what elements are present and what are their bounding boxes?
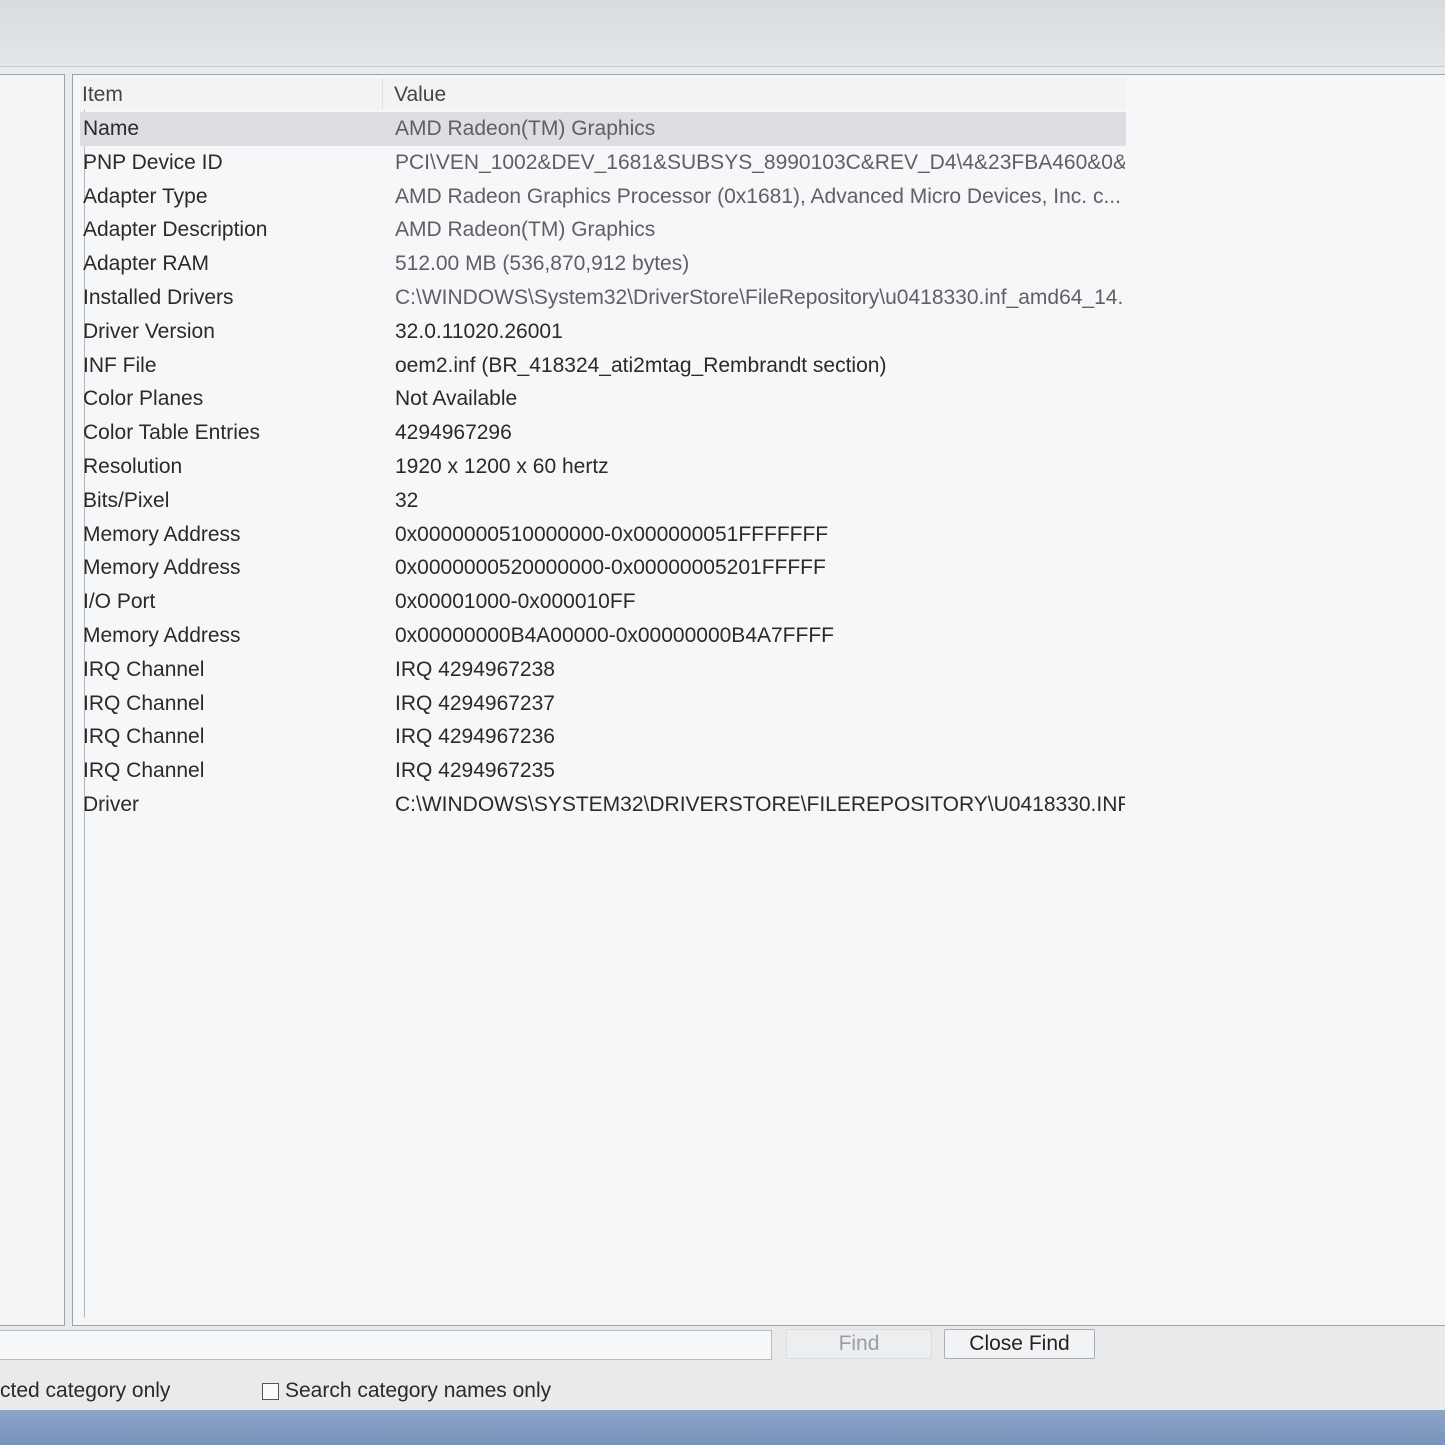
row-value-cell: 1920 x 1200 x 60 hertz xyxy=(395,454,609,478)
row-item-cell: PNP Device ID xyxy=(83,150,223,174)
row-item-cell: Resolution xyxy=(83,454,183,478)
row-item-cell: I/O Port xyxy=(83,590,156,614)
column-header-row: Item Value xyxy=(80,78,1126,110)
find-what-input[interactable] xyxy=(0,1330,772,1360)
row-value-cell: PCI\VEN_1002&DEV_1681&SUBSYS_8990103C&RE… xyxy=(395,150,1125,174)
details-rows: Name AMD Radeon(TM) Graphics PNP Device ID… xyxy=(80,112,1140,822)
row-value-cell: AMD Radeon(TM) Graphics xyxy=(395,117,656,140)
row-item-cell: Color Table Entries xyxy=(83,421,261,445)
row-item-cell: Color Planes xyxy=(83,387,204,411)
row-value-cell: 0x00000000B4A00000-0x00000000B4A7FFFF xyxy=(395,623,834,647)
row-item-cell: Driver xyxy=(83,792,139,816)
row-value-cell: IRQ 4294967237 xyxy=(395,691,555,715)
table-row[interactable]: Color Planes Not Available xyxy=(80,382,1140,416)
table-row[interactable]: IRQ Channel IRQ 4294967236 xyxy=(80,720,1140,754)
table-row[interactable]: IRQ Channel IRQ 4294967237 xyxy=(80,687,1140,721)
row-item-cell: Memory Address xyxy=(83,556,241,580)
row-item-cell: Adapter RAM xyxy=(83,252,210,276)
row-item-cell: INF File xyxy=(83,353,157,377)
column-header-value[interactable]: Value xyxy=(392,78,1124,110)
table-row[interactable]: Adapter Type AMD Radeon Graphics Processo… xyxy=(80,180,1140,214)
row-item-cell: Memory Address xyxy=(83,623,241,647)
table-row[interactable]: IRQ Channel IRQ 4294967235 xyxy=(80,754,1140,788)
search-category-names-option[interactable]: Search category names only xyxy=(262,1376,551,1406)
table-row[interactable]: PNP Device ID PCI\VEN_1002&DEV_1681&SUBSY… xyxy=(80,146,1140,180)
table-row[interactable]: Name AMD Radeon(TM) Graphics xyxy=(80,112,1126,146)
row-item-cell: Adapter Description xyxy=(83,218,268,242)
search-selected-category-option[interactable]: cted category only xyxy=(0,1376,170,1406)
category-tree-pane[interactable] xyxy=(0,74,65,1326)
search-category-names-checkbox[interactable] xyxy=(262,1382,279,1400)
row-item-cell: Driver Version xyxy=(83,319,215,343)
search-selected-category-label: cted category only xyxy=(0,1379,171,1402)
row-value-cell: oem2.inf (BR_418324_ati2mtag_Rembrandt s… xyxy=(395,353,887,377)
row-value-cell: Not Available xyxy=(395,387,518,411)
row-item-cell: Adapter Type xyxy=(83,184,208,208)
row-value-cell: 0x0000000510000000-0x000000051FFFFFFF xyxy=(395,522,829,546)
row-value-cell: IRQ 4294967235 xyxy=(395,759,555,783)
table-row[interactable]: Memory Address 0x0000000510000000-0x00000… xyxy=(80,518,1140,552)
column-header-item[interactable]: Item xyxy=(80,78,383,110)
table-row[interactable]: Adapter RAM 512.00 MB (536,870,912 bytes) xyxy=(80,247,1140,281)
table-row[interactable]: INF File oem2.inf (BR_418324_ati2mtag_Rem… xyxy=(80,349,1140,383)
row-value-cell: C:\WINDOWS\System32\DriverStore\FileRepo… xyxy=(395,285,1125,309)
table-row[interactable]: Driver Version 32.0.11020.26001 xyxy=(80,315,1140,349)
row-item-cell: IRQ Channel xyxy=(83,759,205,783)
row-value-cell: AMD Radeon(TM) Graphics xyxy=(395,218,656,242)
row-value-cell: 0x00001000-0x000010FF xyxy=(395,590,636,614)
row-value-cell: IRQ 4294967238 xyxy=(395,657,555,681)
row-item-cell: Name xyxy=(83,117,140,140)
table-row[interactable]: Memory Address 0x00000000B4A00000-0x00000… xyxy=(80,619,1140,653)
table-row[interactable]: Color Table Entries 4294967296 xyxy=(80,416,1140,450)
row-value-cell: IRQ 4294967236 xyxy=(395,725,555,749)
search-category-names-label: Search category names only xyxy=(285,1379,552,1402)
row-value-cell: 4294967296 xyxy=(395,421,512,445)
table-row[interactable]: Driver C:\WINDOWS\SYSTEM32\DRIVERSTORE\FI… xyxy=(80,788,1140,822)
table-row[interactable]: IRQ Channel IRQ 4294967238 xyxy=(80,653,1140,687)
row-item-cell: IRQ Channel xyxy=(83,691,205,715)
row-item-cell: Memory Address xyxy=(83,522,241,546)
row-item-cell: Installed Drivers xyxy=(83,285,234,309)
row-item-cell: IRQ Channel xyxy=(83,657,205,681)
row-value-cell: 32 xyxy=(395,488,419,512)
table-row[interactable]: Bits/Pixel 32 xyxy=(80,484,1140,518)
row-value-cell: C:\WINDOWS\SYSTEM32\DRIVERSTORE\FILEREPO… xyxy=(395,792,1125,816)
close-find-button[interactable]: Close Find xyxy=(944,1329,1095,1359)
row-value-cell: AMD Radeon Graphics Processor (0x1681), … xyxy=(395,184,1121,208)
table-row[interactable]: I/O Port 0x00001000-0x000010FF xyxy=(80,585,1140,619)
find-button[interactable]: Find xyxy=(786,1329,932,1359)
taskbar xyxy=(0,1410,1445,1445)
row-value-cell: 512.00 MB (536,870,912 bytes) xyxy=(395,252,690,276)
row-item-cell: IRQ Channel xyxy=(83,725,205,749)
table-row[interactable]: Installed Drivers C:\WINDOWS\System32\Dri… xyxy=(80,281,1140,315)
toolbar-area xyxy=(0,0,1445,67)
table-row[interactable]: Memory Address 0x0000000520000000-0x00000… xyxy=(80,551,1140,585)
row-item-cell: Bits/Pixel xyxy=(83,488,170,512)
table-row[interactable]: Resolution 1920 x 1200 x 60 hertz xyxy=(80,450,1140,484)
row-value-cell: 0x0000000520000000-0x00000005201FFFFF xyxy=(395,556,826,580)
table-row[interactable]: Adapter Description AMD Radeon(TM) Graphi… xyxy=(80,213,1140,247)
row-value-cell: 32.0.11020.26001 xyxy=(395,319,563,343)
